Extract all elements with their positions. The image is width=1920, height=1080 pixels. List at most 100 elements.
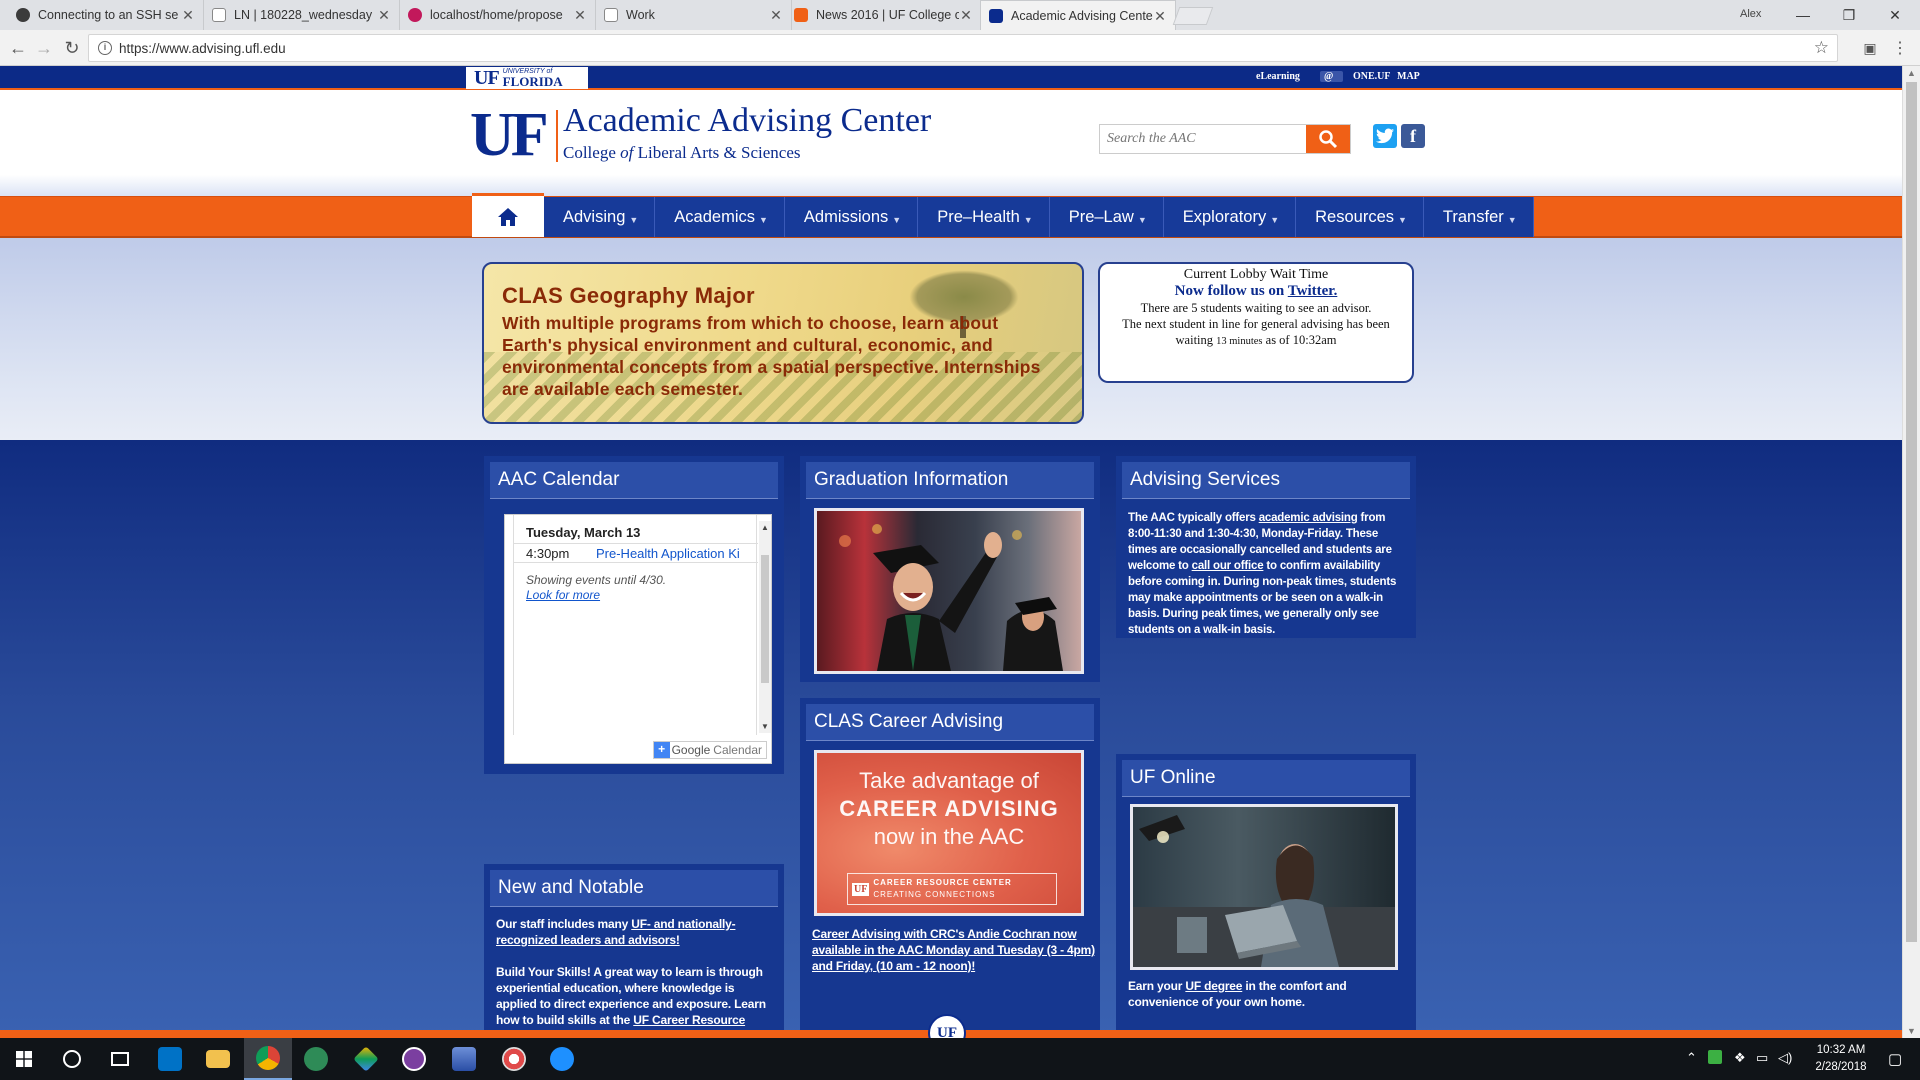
system-clock[interactable]: 10:32 AM 2/28/2018 (1796, 1042, 1886, 1076)
site-info-icon[interactable]: i (98, 41, 112, 55)
uf-online-title[interactable]: UF Online (1122, 760, 1410, 797)
calendar-event[interactable]: 4:30pm Pre-Health Application Ki (514, 543, 758, 563)
elearning-link[interactable]: eLearning (1256, 71, 1300, 82)
browser-tab[interactable]: News 2016 | UF College o ✕ (786, 0, 982, 30)
scrollbar-thumb[interactable] (1906, 82, 1917, 942)
call-our-office-link[interactable]: call our office (1192, 560, 1264, 572)
taskbar-app-purple[interactable] (390, 1038, 438, 1080)
nav-label: Academics (674, 207, 755, 226)
nav-resources[interactable]: Resources ▼ (1296, 197, 1424, 237)
academic-advising-link[interactable]: academic advising (1259, 512, 1358, 524)
close-tab-icon[interactable]: ✕ (181, 7, 195, 24)
scroll-up-icon[interactable]: ▲ (761, 523, 769, 532)
nav-academics[interactable]: Academics ▼ (655, 197, 785, 237)
scroll-down-icon[interactable]: ▼ (1907, 1026, 1916, 1036)
uf-logo[interactable]: UF (470, 104, 549, 166)
webmail-link[interactable]: @ (1320, 71, 1344, 82)
facebook-icon[interactable]: f (1401, 124, 1425, 148)
extension-icon[interactable]: ▣ (1858, 36, 1882, 60)
career-advising-link[interactable]: Career Advising with CRC's Andie Cochran… (812, 927, 1095, 973)
main-navigation-bar: Advising ▼ Academics ▼ Admissions ▼ Pre–Hea… (0, 193, 1902, 238)
tray-chevron-icon[interactable]: ⌃ (1686, 1050, 1697, 1066)
maximize-button[interactable]: ❐ (1826, 0, 1872, 30)
university-utility-bar: UF UNIVERSITY of FLORIDA eLearning @ ONE… (0, 66, 1902, 90)
close-tab-icon[interactable]: ✕ (1153, 8, 1167, 25)
taskbar-file-explorer[interactable] (194, 1038, 242, 1080)
uf-degree-link[interactable]: UF degree (1185, 979, 1242, 993)
menu-dots-icon[interactable]: ⋮ (1888, 36, 1912, 60)
tray-app-icon[interactable] (1708, 1050, 1722, 1064)
address-bar[interactable]: i https://www.advising.ufl.edu ☆ (88, 34, 1838, 62)
nav-exploratory[interactable]: Exploratory ▼ (1163, 197, 1297, 237)
browser-tab-active[interactable]: Academic Advising Cente ✕ (980, 0, 1176, 31)
calendar-scrollbar[interactable]: ▲ ▼ (759, 521, 771, 733)
look-for-more-link[interactable]: Look for more (526, 588, 600, 602)
close-window-button[interactable]: ✕ (1872, 0, 1918, 30)
one-uf-link[interactable]: ONE.UF (1353, 71, 1391, 82)
new-tab-button[interactable] (1172, 7, 1214, 25)
home-button[interactable] (472, 193, 544, 237)
featured-major-banner[interactable]: CLAS Geography Major With multiple progr… (482, 262, 1084, 424)
close-tab-icon[interactable]: ✕ (769, 7, 783, 24)
twitter-icon[interactable] (1373, 124, 1397, 148)
google-calendar-embed[interactable]: Tuesday, March 13 4:30pm Pre-Health Appl… (504, 514, 772, 764)
chrome-icon (256, 1046, 280, 1070)
graduation-title[interactable]: Graduation Information (806, 462, 1094, 499)
google-calendar-button[interactable]: + Google Calendar (652, 741, 767, 759)
cortana-button[interactable] (48, 1038, 96, 1080)
career-advising-title[interactable]: CLAS Career Advising (806, 704, 1094, 741)
student-illustration (1133, 815, 1395, 967)
network-icon[interactable]: ▭ (1756, 1050, 1768, 1066)
reload-icon[interactable]: ↻ (60, 36, 84, 60)
event-name[interactable]: Pre-Health Application Ki (596, 546, 740, 561)
task-view-button[interactable] (96, 1038, 144, 1080)
minimize-button[interactable]: — (1780, 0, 1826, 30)
nav-pre-health[interactable]: Pre–Health ▼ (918, 197, 1050, 237)
search-button[interactable] (1306, 125, 1350, 153)
map-link[interactable]: MAP (1397, 71, 1420, 82)
taskbar-app-diamond[interactable] (342, 1038, 390, 1080)
crc-text: CAREER RESOURCE CENTER CREATING CONNECTI… (873, 877, 1011, 901)
site-title[interactable]: Academic Advising Center (563, 102, 931, 140)
scroll-up-icon[interactable]: ▲ (1907, 68, 1916, 78)
taskbar-app-network[interactable] (440, 1038, 488, 1080)
nav-pre-law[interactable]: Pre–Law ▼ (1049, 197, 1164, 237)
taskbar-app-blue[interactable] (538, 1038, 586, 1080)
browser-tab[interactable]: Work ✕ (596, 0, 792, 30)
career-advising-banner[interactable]: Take advantage of CAREER ADVISING now in… (814, 750, 1084, 916)
page-scrollbar[interactable]: ▲ ▼ (1902, 66, 1920, 1038)
taskbar-chrome[interactable] (244, 1038, 292, 1080)
browser-tab[interactable]: Connecting to an SSH se ✕ (8, 0, 204, 30)
nav-transfer[interactable]: Transfer ▼ (1423, 197, 1534, 237)
lobby-wait-time-box: Current Lobby Wait Time Now follow us on… (1098, 262, 1414, 383)
nav-admissions[interactable]: Admissions ▼ (784, 197, 919, 237)
volume-icon[interactable]: ◁) (1778, 1050, 1792, 1066)
dropbox-icon[interactable]: ❖ (1734, 1050, 1746, 1066)
search-input[interactable] (1100, 126, 1306, 152)
nav-label: Exploratory (1182, 207, 1267, 226)
scroll-down-icon[interactable]: ▼ (761, 722, 769, 731)
dropdown-caret-icon: ▼ (1137, 215, 1147, 225)
windows-start-button[interactable] (0, 1038, 48, 1080)
student-studying-photo[interactable] (1130, 804, 1398, 970)
browser-tab[interactable]: localhost/home/propose ✕ (400, 0, 596, 30)
nav-advising[interactable]: Advising ▼ (544, 197, 656, 237)
bookmark-star-icon[interactable]: ☆ (1814, 38, 1829, 58)
profile-name[interactable]: Alex (1740, 8, 1761, 20)
forward-arrow-icon[interactable]: → (32, 36, 56, 60)
close-tab-icon[interactable]: ✕ (573, 7, 587, 24)
twitter-link[interactable]: Twitter. (1288, 283, 1338, 299)
university-of-florida-logo[interactable]: UF UNIVERSITY of FLORIDA (466, 67, 588, 89)
taskbar-app-green[interactable] (292, 1038, 340, 1080)
close-tab-icon[interactable]: ✕ (377, 7, 391, 24)
tab-title: LN | 180228_wednesday (234, 8, 373, 22)
scrollbar-thumb[interactable] (761, 555, 769, 683)
back-arrow-icon[interactable]: ← (6, 36, 30, 60)
action-center-icon[interactable]: ▢ (1888, 1050, 1902, 1068)
subtitle-part: Liberal Arts & Sciences (633, 143, 801, 162)
taskbar-app-paint[interactable] (490, 1038, 538, 1080)
close-tab-icon[interactable]: ✕ (959, 7, 973, 24)
browser-tab[interactable]: LN | 180228_wednesday ✕ (204, 0, 400, 30)
graduate-celebrating-photo[interactable] (814, 508, 1084, 674)
taskbar-outlook[interactable] (146, 1038, 194, 1080)
